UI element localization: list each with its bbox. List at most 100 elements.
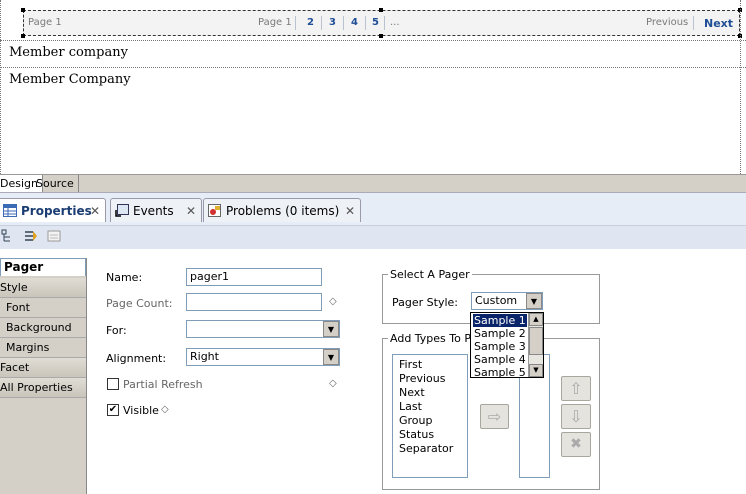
close-icon[interactable]: ✕ <box>90 204 100 218</box>
nav-background[interactable]: Background <box>0 318 86 338</box>
tab-problems-label: Problems (0 items) <box>226 204 340 218</box>
remove-icon: ✖ <box>570 436 582 452</box>
pager-separator <box>321 16 322 30</box>
arrow-right-icon: ⇨ <box>487 407 502 426</box>
selection-handle[interactable] <box>21 34 25 38</box>
alignment-select[interactable]: Right ▼ <box>186 348 340 366</box>
visible-checkbox[interactable]: ✔ <box>107 404 119 416</box>
dropdown-option-sample-4[interactable]: Sample 4 <box>473 353 527 366</box>
pager-style-label: Pager Style: <box>392 296 458 309</box>
tab-problems[interactable]: Problems (0 items) ✕ <box>203 198 361 222</box>
pager-separator <box>365 16 366 30</box>
remove-button[interactable]: ✖ <box>561 432 591 457</box>
nav-all-properties[interactable]: All Properties <box>0 378 86 398</box>
pager-page-4[interactable]: 4 <box>351 17 358 28</box>
list-item[interactable]: Last <box>399 400 422 413</box>
editor-mode-tabs: Design Source <box>0 174 746 193</box>
pager-next-link[interactable]: Next <box>704 17 733 30</box>
tab-events[interactable]: Events ✕ <box>110 198 202 222</box>
row-divider <box>0 67 746 68</box>
arrow-down-icon: ⇩ <box>569 407 583 426</box>
dropdown-option-sample-2[interactable]: Sample 2 <box>473 327 527 340</box>
scroll-down-icon[interactable]: ▼ <box>529 364 543 377</box>
tab-source[interactable]: Source <box>32 175 79 193</box>
selection-handle[interactable] <box>379 34 383 38</box>
list-item[interactable]: Previous <box>399 372 446 385</box>
chevron-down-icon[interactable]: ▼ <box>526 293 542 309</box>
view-tab-bar: Properties ✕ Events ✕ Problems (0 items)… <box>0 192 746 225</box>
pager-separator <box>295 16 296 30</box>
alignment-label: Alignment: <box>106 352 167 365</box>
close-icon[interactable]: ✕ <box>345 204 355 218</box>
nav-pager[interactable]: Pager <box>0 258 86 276</box>
for-label: For: <box>106 324 127 337</box>
compute-diamond-icon[interactable]: ◇ <box>329 378 337 389</box>
move-up-button[interactable]: ⇧ <box>561 376 591 401</box>
tab-properties[interactable]: Properties ✕ <box>0 198 106 222</box>
page-count-label: Page Count: <box>106 297 173 310</box>
advanced-icon[interactable] <box>47 229 61 243</box>
tree-view-icon[interactable] <box>1 229 15 243</box>
pager-page-2[interactable]: 2 <box>307 17 314 28</box>
scroll-up-icon[interactable]: ▲ <box>529 313 543 326</box>
selection-handle[interactable] <box>21 8 25 12</box>
row-divider <box>0 40 746 41</box>
add-types-title: Add Types To Pa <box>388 332 480 345</box>
chevron-down-icon[interactable]: ▼ <box>323 349 339 365</box>
pager-separator <box>384 16 385 30</box>
property-categories: Pager Style Font Background Margins Face… <box>0 258 87 494</box>
list-item[interactable]: Separator <box>399 442 453 455</box>
pager-page-5[interactable]: 5 <box>372 17 379 28</box>
pager-page-3[interactable]: 3 <box>329 17 336 28</box>
filter-icon[interactable] <box>24 229 38 243</box>
pager-separator <box>693 16 694 30</box>
list-item[interactable]: Status <box>399 428 434 441</box>
pager-current-page: Page 1 <box>258 17 292 28</box>
list-item[interactable]: First <box>399 358 422 371</box>
pager-control[interactable]: Page 1 Page 1 2 3 4 5 ... Previous Next <box>21 8 742 38</box>
properties-toolbar <box>0 225 746 249</box>
dropdown-scrollbar[interactable]: ▲ ▼ <box>528 313 543 377</box>
page-count-field[interactable] <box>186 293 322 311</box>
nav-style[interactable]: Style <box>0 278 86 298</box>
partial-refresh-label: Partial Refresh <box>123 378 203 391</box>
data-row: Member company <box>9 45 128 60</box>
nav-font[interactable]: Font <box>0 298 86 318</box>
dropdown-option-sample-1[interactable]: Sample 1 <box>473 314 527 327</box>
problems-icon <box>208 204 221 217</box>
add-type-button[interactable]: ⇨ <box>480 404 509 429</box>
for-select[interactable]: ▼ <box>186 320 340 338</box>
data-row: Member Company <box>9 72 131 87</box>
visible-label: Visible <box>123 404 159 417</box>
pager-style-value: Custom <box>475 294 518 307</box>
scroll-thumb[interactable] <box>529 327 543 355</box>
tab-events-label: Events <box>133 204 174 218</box>
compute-diamond-icon[interactable]: ◇ <box>329 296 337 307</box>
select-pager-title: Select A Pager <box>388 268 472 281</box>
pager-ellipsis: ... <box>390 17 400 28</box>
name-field[interactable]: pager1 <box>186 268 322 286</box>
alignment-select-value: Right <box>190 350 219 363</box>
dropdown-option-sample-5[interactable]: Sample 5 <box>473 366 527 379</box>
nav-margins[interactable]: Margins <box>0 338 86 358</box>
pager-separator <box>343 16 344 30</box>
selection-handle[interactable] <box>379 8 383 12</box>
nav-facet[interactable]: Facet <box>0 358 86 378</box>
chevron-down-icon[interactable]: ▼ <box>323 321 339 337</box>
list-item[interactable]: Group <box>399 414 433 427</box>
properties-icon <box>3 204 17 217</box>
move-down-button[interactable]: ⇩ <box>561 404 591 429</box>
types-list[interactable]: First Previous Next Last Group Status Se… <box>392 354 468 478</box>
compute-diamond-icon[interactable]: ◇ <box>161 404 169 415</box>
tab-properties-label: Properties <box>21 204 92 218</box>
pager-style-select[interactable]: Custom ▼ <box>471 292 543 310</box>
list-item[interactable]: Next <box>399 386 425 399</box>
close-icon[interactable]: ✕ <box>186 204 196 218</box>
partial-refresh-checkbox[interactable] <box>107 378 119 390</box>
pager-previous-link[interactable]: Previous <box>646 17 688 28</box>
canvas-edge <box>740 0 741 174</box>
dropdown-option-sample-3[interactable]: Sample 3 <box>473 340 527 353</box>
pager-left-label: Page 1 <box>28 17 62 28</box>
name-label: Name: <box>106 271 143 284</box>
events-icon <box>115 204 129 217</box>
